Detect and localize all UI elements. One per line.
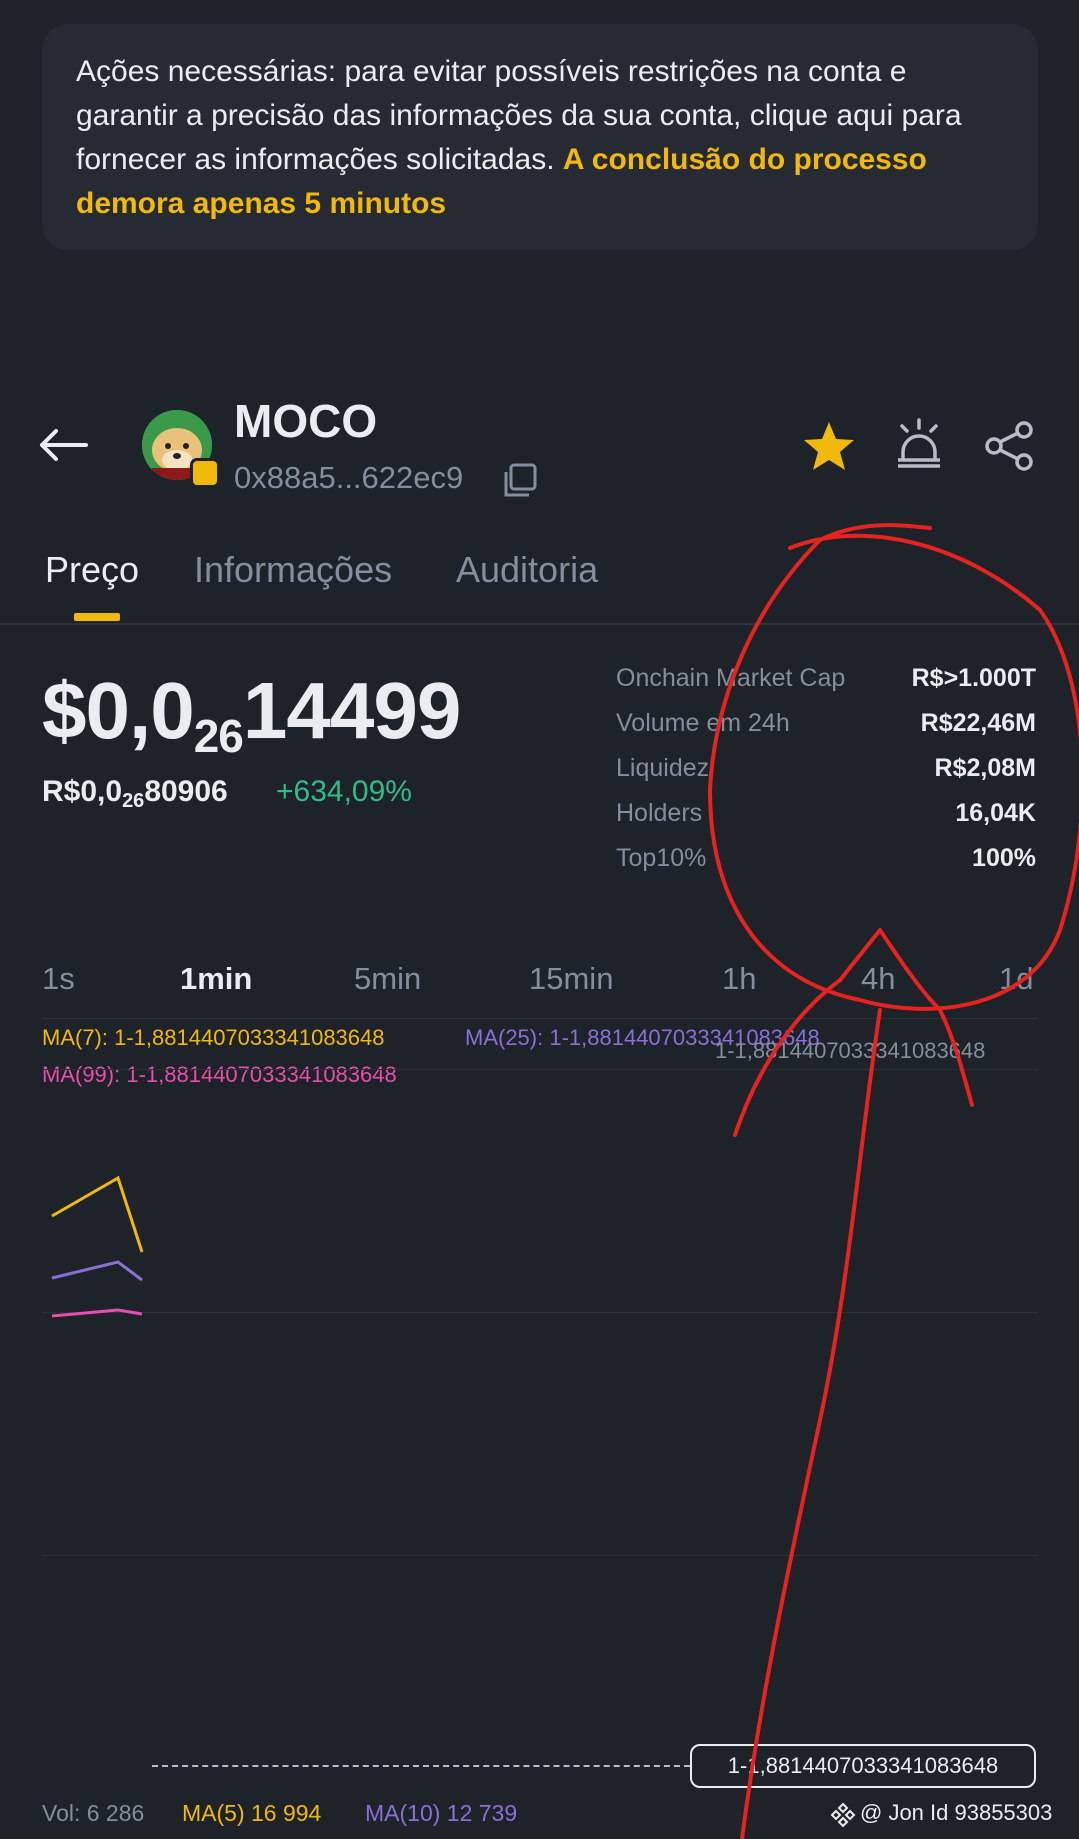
favorite-star-icon[interactable] bbox=[802, 420, 856, 472]
ma7-legend: MA(7): 1-1,8814407033341083648 bbox=[42, 1025, 385, 1050]
current-price-line bbox=[152, 1765, 690, 1767]
token-name: MOCO bbox=[234, 395, 378, 447]
price-chart[interactable] bbox=[0, 1160, 1079, 1340]
y-axis-label: 1-1,8814407033341083648 bbox=[715, 1038, 986, 1063]
ma7-line bbox=[51, 1175, 144, 1253]
stat-row: Volume em 24h R$22,46M bbox=[616, 705, 1036, 750]
ma25-line bbox=[51, 1260, 143, 1282]
ma99-legend: MA(99): 1-1,8814407033341083648 bbox=[42, 1062, 397, 1087]
stat-value: R$22,46M bbox=[920, 709, 1036, 737]
stat-label: Volume em 24h bbox=[616, 709, 790, 737]
interval-4h[interactable]: 4h bbox=[861, 961, 895, 997]
tab-informacoes[interactable]: Informações bbox=[194, 549, 392, 591]
chart-divider bbox=[42, 1018, 1038, 1019]
token-header: MOCO 0x88a5...622ec9 bbox=[0, 380, 1079, 510]
tab-preco[interactable]: Preço bbox=[45, 549, 139, 591]
interval-1min[interactable]: 1min bbox=[180, 961, 252, 997]
interval-1d[interactable]: 1d bbox=[999, 961, 1033, 997]
interval-5min[interactable]: 5min bbox=[354, 961, 421, 997]
ma99-line bbox=[51, 1308, 143, 1318]
watermark: @ Jon Id 93855303 bbox=[860, 1800, 1053, 1825]
active-tab-indicator bbox=[74, 613, 120, 621]
volume-label: Vol: 6 286 bbox=[42, 1800, 145, 1826]
price-change: +634,09% bbox=[276, 775, 412, 808]
interval-15min[interactable]: 15min bbox=[529, 961, 613, 997]
stat-label: Onchain Market Cap bbox=[616, 664, 846, 692]
notice-banner[interactable]: Ações necessárias: para evitar possíveis… bbox=[42, 24, 1038, 250]
back-arrow-icon[interactable] bbox=[38, 428, 88, 462]
stat-row: Top10% 100% bbox=[616, 840, 1036, 885]
interval-1h[interactable]: 1h bbox=[722, 961, 756, 997]
grid-line bbox=[42, 1555, 1038, 1556]
token-stats: Onchain Market Cap R$>1.000T Volume em 24… bbox=[616, 660, 1036, 885]
red-annotation-drawing bbox=[707, 523, 1079, 1839]
price-brl: R$0,02680906 bbox=[42, 775, 228, 812]
token-tabs: Preço Informações Auditoria bbox=[0, 545, 1079, 625]
grid-line bbox=[42, 1069, 1038, 1070]
stat-value: R$2,08M bbox=[934, 754, 1036, 782]
price-usd: $0,02614499 bbox=[42, 666, 461, 762]
stat-value: R$>1.000T bbox=[911, 664, 1036, 692]
volume-ma10: MA(10) 12 739 bbox=[365, 1800, 518, 1826]
stat-label: Liquidez bbox=[616, 754, 710, 782]
share-icon[interactable] bbox=[982, 420, 1036, 472]
interval-selector: 1s 1min 5min 15min 1h 4h 1d bbox=[0, 955, 1079, 1015]
stat-value: 16,04K bbox=[955, 799, 1036, 827]
stat-row: Holders 16,04K bbox=[616, 795, 1036, 840]
binance-logo-icon bbox=[830, 1802, 856, 1828]
copy-icon[interactable] bbox=[502, 462, 538, 498]
token-address: 0x88a5...622ec9 bbox=[234, 460, 464, 495]
volume-ma5: MA(5) 16 994 bbox=[182, 1800, 322, 1826]
stat-label: Top10% bbox=[616, 844, 707, 872]
tab-auditoria[interactable]: Auditoria bbox=[456, 549, 598, 591]
price-alert-icon[interactable] bbox=[894, 418, 944, 470]
stat-value: 100% bbox=[972, 844, 1036, 872]
interval-1s[interactable]: 1s bbox=[42, 961, 75, 997]
current-price-tag[interactable]: 1-1,8814407033341083648 bbox=[690, 1744, 1036, 1788]
stat-label: Holders bbox=[616, 799, 703, 827]
stat-row: Liquidez R$2,08M bbox=[616, 750, 1036, 795]
stat-row: Onchain Market Cap R$>1.000T bbox=[616, 660, 1036, 705]
bnb-chain-icon bbox=[190, 458, 220, 488]
